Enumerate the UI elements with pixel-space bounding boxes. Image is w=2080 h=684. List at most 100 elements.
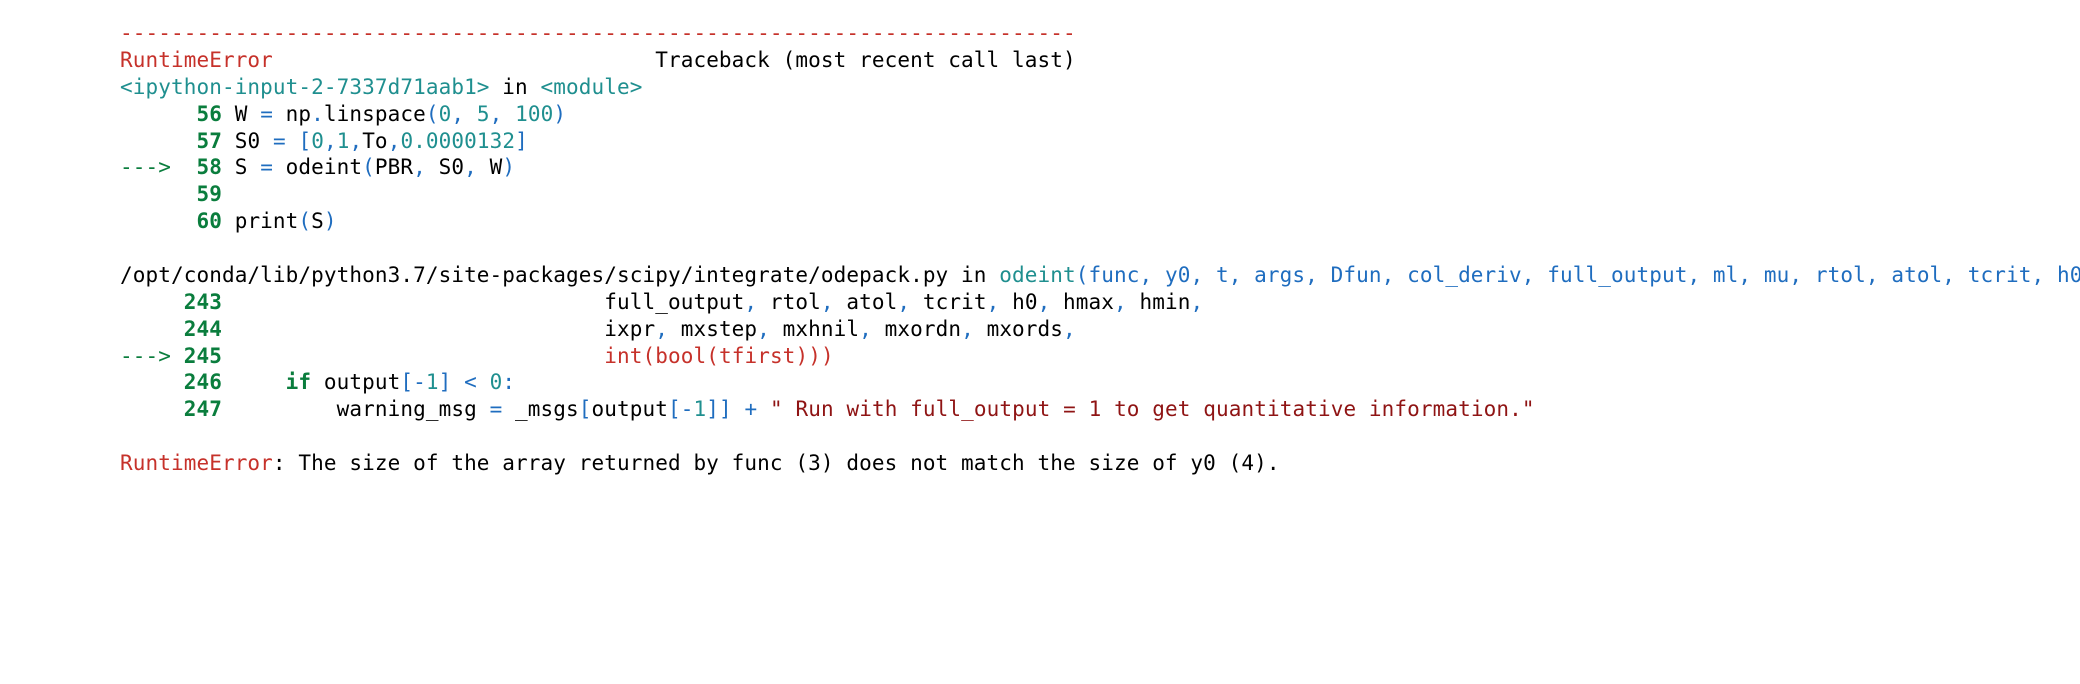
code-token: tfirst bbox=[719, 344, 795, 368]
line-number: 247 bbox=[184, 397, 222, 421]
current-frame-arrow: ---> bbox=[120, 155, 184, 179]
code-token: ( bbox=[298, 209, 311, 233]
code-token: 0.0000132 bbox=[400, 129, 515, 153]
code-token: - bbox=[681, 397, 694, 421]
code-token: + bbox=[745, 397, 758, 421]
code-token: 1 bbox=[426, 370, 439, 394]
code-token: W bbox=[222, 102, 260, 126]
code-token: 1 bbox=[337, 129, 350, 153]
code-token: ) bbox=[553, 102, 566, 126]
code-token: tcrit bbox=[910, 290, 986, 314]
in-word: in bbox=[948, 263, 999, 287]
code-token: ) bbox=[808, 344, 821, 368]
code-token: ] bbox=[706, 397, 719, 421]
code-token bbox=[477, 370, 490, 394]
line-number: 243 bbox=[184, 290, 222, 314]
code-token: , bbox=[655, 317, 668, 341]
code-token: 100 bbox=[515, 102, 553, 126]
code-token: , bbox=[324, 129, 337, 153]
code-token: S bbox=[222, 155, 260, 179]
code-token: : bbox=[502, 370, 515, 394]
line-number: 57 bbox=[184, 129, 222, 153]
header-gap bbox=[273, 48, 655, 72]
code-token: S0 bbox=[222, 129, 273, 153]
code-token: = bbox=[260, 102, 273, 126]
code-token: , bbox=[349, 129, 362, 153]
code-token: mxords bbox=[974, 317, 1063, 341]
code-token: , bbox=[897, 290, 910, 314]
code-token: hmin bbox=[1127, 290, 1191, 314]
line-number: 59 bbox=[184, 182, 222, 206]
frame-arrow-pad bbox=[120, 129, 184, 153]
code-token: < bbox=[464, 370, 477, 394]
line-number: 246 bbox=[184, 370, 222, 394]
code-token: , bbox=[821, 290, 834, 314]
code-token: hmax bbox=[1050, 290, 1114, 314]
line-number: 60 bbox=[184, 209, 222, 233]
code-token: mxstep bbox=[668, 317, 757, 341]
code-token: 5 bbox=[477, 102, 490, 126]
code-token bbox=[464, 102, 477, 126]
code-token: int bbox=[222, 344, 643, 368]
code-token: rtol bbox=[757, 290, 821, 314]
code-token: , bbox=[1191, 290, 1204, 314]
code-token bbox=[757, 397, 770, 421]
code-token: , bbox=[744, 290, 757, 314]
code-token: , bbox=[451, 102, 464, 126]
code-token: 0 bbox=[311, 129, 324, 153]
code-token: , bbox=[1063, 317, 1076, 341]
code-token: bool bbox=[655, 344, 706, 368]
final-exception-message: : The size of the array returned by func… bbox=[273, 451, 1280, 475]
code-token: ) bbox=[821, 344, 834, 368]
code-token: , bbox=[859, 317, 872, 341]
code-token: ) bbox=[795, 344, 808, 368]
code-token: linspace bbox=[324, 102, 426, 126]
code-token: , bbox=[490, 102, 503, 126]
code-token: if bbox=[286, 370, 312, 394]
code-token: output bbox=[311, 370, 400, 394]
code-token: ( bbox=[706, 344, 719, 368]
code-token bbox=[222, 182, 235, 206]
line-number: 58 bbox=[184, 155, 222, 179]
code-token: - bbox=[413, 370, 426, 394]
code-token bbox=[502, 102, 515, 126]
frame-func-paren: ( bbox=[1076, 263, 1089, 287]
code-token: h0 bbox=[999, 290, 1037, 314]
line-number: 244 bbox=[184, 317, 222, 341]
current-frame-arrow: ---> bbox=[120, 344, 184, 368]
code-token: mxhnil bbox=[770, 317, 859, 341]
code-token: W bbox=[477, 155, 503, 179]
code-token: [ bbox=[298, 129, 311, 153]
frame-location: /opt/conda/lib/python3.7/site-packages/s… bbox=[120, 263, 948, 287]
code-token: atol bbox=[834, 290, 898, 314]
code-token bbox=[732, 397, 745, 421]
frame-arrow-pad bbox=[120, 102, 184, 126]
code-token bbox=[222, 370, 286, 394]
frame-arrow-pad bbox=[120, 182, 184, 206]
code-token: , bbox=[757, 317, 770, 341]
code-token: ] bbox=[439, 370, 452, 394]
code-token: odeint bbox=[273, 155, 362, 179]
code-token: , bbox=[1038, 290, 1051, 314]
code-token: [ bbox=[400, 370, 413, 394]
traceback-divider: ----------------------------------------… bbox=[120, 21, 1076, 45]
in-word: in bbox=[490, 75, 541, 99]
code-token: , bbox=[413, 155, 426, 179]
code-token: ] bbox=[719, 397, 732, 421]
code-token: 1 bbox=[694, 397, 707, 421]
code-token: [ bbox=[668, 397, 681, 421]
code-token: To bbox=[362, 129, 388, 153]
frame-arrow-pad bbox=[120, 317, 184, 341]
code-token: mxordn bbox=[872, 317, 961, 341]
code-token: , bbox=[961, 317, 974, 341]
code-token: = bbox=[490, 397, 503, 421]
code-token: , bbox=[464, 155, 477, 179]
line-number: 245 bbox=[184, 344, 222, 368]
code-token: S0 bbox=[426, 155, 464, 179]
frame-arrow-pad bbox=[120, 370, 184, 394]
traceback-output: ----------------------------------------… bbox=[0, 0, 2080, 507]
code-token: ] bbox=[515, 129, 528, 153]
frame-function-name: <module> bbox=[541, 75, 643, 99]
code-token: np bbox=[273, 102, 311, 126]
code-token: ( bbox=[426, 102, 439, 126]
